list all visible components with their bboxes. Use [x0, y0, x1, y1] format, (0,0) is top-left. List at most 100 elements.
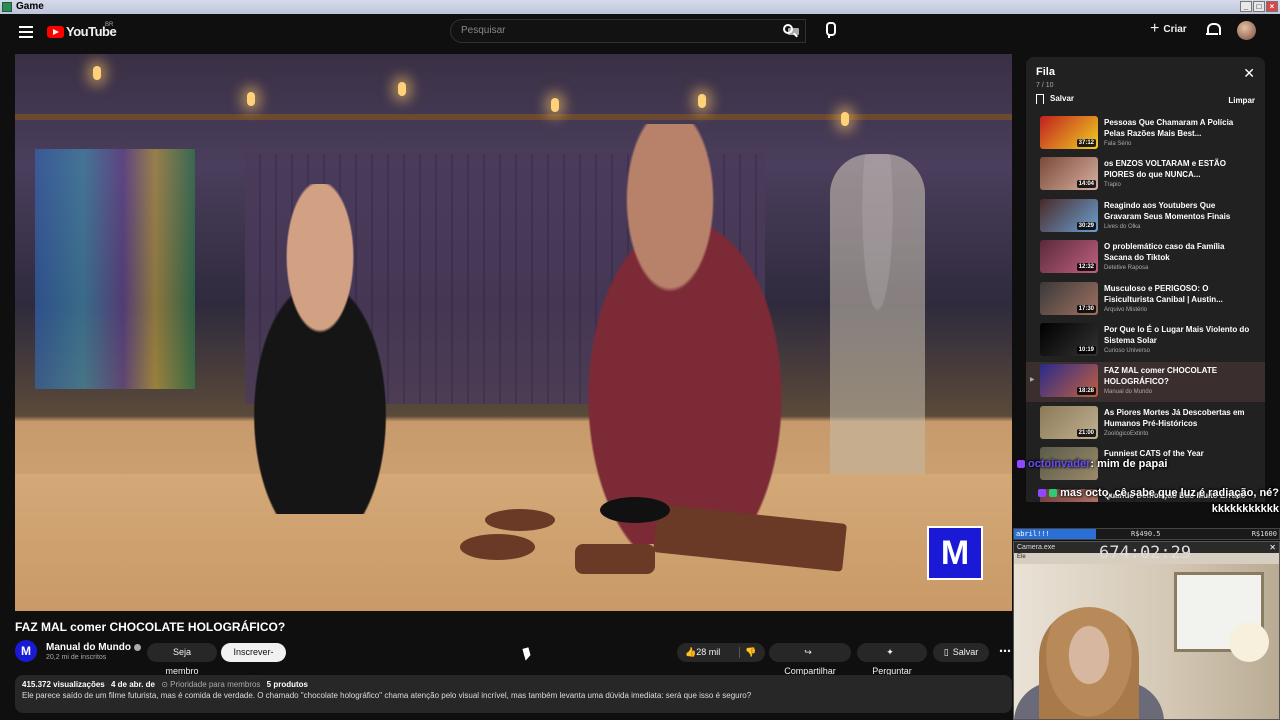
window-controls: _ □ × — [1240, 1, 1278, 12]
close-window-button[interactable]: × — [1266, 1, 1278, 12]
skeleton-model — [830, 154, 925, 524]
queue-item[interactable]: 17:30 Musculoso e PERIGOSO: O Fisiculturi… — [1026, 280, 1265, 320]
window-titlebar: Game _ □ × — [0, 0, 1280, 14]
queue-thumbnail[interactable]: 17:30 — [1040, 281, 1098, 315]
queue-item[interactable]: 12:32 O problemático caso da Família Saca… — [1026, 238, 1265, 278]
chat-message: octoinvader: mim de papai — [1017, 458, 1167, 470]
queue-item[interactable]: 10:19 Por Que Io É o Lugar Mais Violento … — [1026, 321, 1265, 361]
like-button[interactable]: 👍28 mil — [685, 643, 720, 662]
channel-name-text: Manual do Mundo — [46, 642, 131, 653]
queue-item[interactable]: 30:29 Reagindo aos Youtubers Que Gravaram… — [1026, 197, 1265, 237]
chocolate-piece — [575, 544, 655, 574]
video-player[interactable]: M — [15, 54, 1012, 611]
clear-queue-button[interactable]: Limpar — [1228, 96, 1255, 105]
sparkle-icon: ✦ — [886, 647, 894, 657]
like-count: 28 mil — [696, 647, 721, 657]
upload-date: 4 de abr. de — [110, 680, 155, 689]
close-queue-icon[interactable]: ✕ — [1243, 65, 1255, 82]
voice-search-mic-icon[interactable] — [820, 19, 840, 43]
light-bulb — [841, 112, 849, 126]
queue-video-title: Musculoso e PERIGOSO: O Fisiculturista C… — [1104, 283, 1223, 304]
chocolate-piece — [485, 509, 555, 531]
share-arrow-icon: ↪ — [804, 647, 812, 657]
hamburger-menu-icon[interactable] — [19, 26, 33, 38]
queue-position: 7 / 10 — [1036, 82, 1054, 89]
goal-target: R$1600 — [1251, 530, 1277, 538]
light-bulb — [551, 98, 559, 112]
queue-video-title: os ENZOS VOLTARAM e ESTÃO PIORES do que … — [1104, 159, 1226, 180]
create-button[interactable]: + Criar — [1150, 20, 1187, 37]
save-queue-label: Salvar — [1050, 94, 1075, 104]
description-box[interactable]: 415.372 visualizações 4 de abr. de ⊙ Pri… — [15, 675, 1012, 713]
logo-country-code: BR — [105, 22, 114, 28]
room-lamp — [1229, 622, 1269, 662]
channel-watermark[interactable]: M — [927, 526, 983, 580]
minimize-button[interactable]: _ — [1240, 1, 1252, 12]
youtube-logo[interactable]: YouTube BR — [47, 22, 117, 39]
queue-video-title: Reagindo aos Youtubers Que Gravaram Seus… — [1104, 200, 1231, 221]
user-avatar[interactable] — [1237, 21, 1256, 40]
chat-message: mas octo, cê sabe que luz é radiação, né… — [1019, 485, 1279, 517]
stream-timer: 674:02:29 — [1099, 543, 1192, 563]
subscribe-button[interactable]: Inscrever-se — [221, 643, 286, 676]
like-dislike-group: 👍28 mil 👎 — [677, 643, 765, 662]
maximize-button[interactable]: □ — [1253, 1, 1265, 12]
share-button[interactable]: ↪Compartilhar — [769, 643, 851, 676]
verified-icon — [134, 643, 141, 651]
queue-channel-name: Manual do Mundo — [1104, 389, 1153, 396]
dislike-button[interactable]: 👎 — [745, 643, 756, 662]
bookshelf — [35, 149, 195, 389]
notifications-bell-icon[interactable] — [1206, 23, 1221, 36]
channel-name[interactable]: Manual do Mundo — [46, 642, 141, 653]
description-text: Ele parece saído de um filme futurista, … — [22, 691, 752, 700]
queue-thumbnail[interactable]: 37:12 — [1040, 116, 1098, 149]
queue-thumbnail[interactable]: 30:29 — [1040, 198, 1098, 232]
now-playing-icon: ▶ — [1030, 377, 1035, 384]
queue-thumbnail[interactable]: 10:19 — [1040, 323, 1098, 356]
chat-text: mim de papai — [1097, 458, 1168, 470]
thumbs-up-icon: 👍 — [685, 647, 697, 657]
save-queue-button[interactable]: Salvar — [1036, 94, 1074, 104]
queue-duration: 18:28 — [1076, 387, 1096, 396]
thumbs-down-icon: 👎 — [745, 647, 757, 657]
queue-thumbnail[interactable]: 18:28 — [1040, 364, 1098, 398]
youtube-header: YouTube BR Pesquisar + Criar — [0, 14, 1280, 54]
donation-goal-bar: abril!!! R$490.5 R$1600 — [1013, 528, 1280, 540]
plus-icon: + — [1150, 20, 1160, 37]
join-button[interactable]: Seja membro — [147, 643, 217, 676]
search-input[interactable]: Pesquisar — [450, 19, 806, 43]
bookmark-icon: ▯ — [943, 647, 949, 657]
channel-avatar[interactable]: M — [15, 640, 37, 662]
queue-channel-name: Trapio — [1104, 182, 1121, 189]
stream-chat-overlay: octoinvader: mim de papai mas octo, cê s… — [1017, 456, 1279, 524]
queue-thumbnail[interactable]: 21:00 — [1040, 405, 1098, 439]
queue-item[interactable]: 14:04 os ENZOS VOLTARAM e ESTÃO PIORES do… — [1026, 155, 1265, 195]
queue-duration: 14:04 — [1076, 180, 1096, 189]
ask-button[interactable]: ✦Perguntar — [857, 643, 927, 676]
mold-disc — [600, 497, 670, 523]
search-button[interactable] — [772, 19, 806, 43]
queue-duration: 10:19 — [1076, 346, 1096, 354]
priority-text: Prioridade para membros — [170, 680, 261, 689]
queue-item[interactable]: 21:00 As Piores Mortes Já Descobertas em … — [1026, 404, 1265, 444]
queue-title: Fila — [1036, 66, 1055, 78]
webcam-overlay: Camera.exe ✕ Ele 674:02:29 — [1013, 541, 1280, 720]
video-title: FAZ MAL comer CHOCOLATE HOLOGRÁFICO? — [15, 620, 286, 634]
queue-item[interactable]: ▶ 18:28 FAZ MAL comer CHOCOLATE HOLOGRÁFIC… — [1026, 362, 1265, 403]
queue-thumbnail[interactable]: 14:04 — [1040, 157, 1098, 191]
chocolate-piece — [460, 534, 535, 560]
chat-badge-icon — [1038, 489, 1047, 498]
save-button[interactable]: ▯ Salvar — [933, 643, 989, 662]
queue-video-title: Pessoas Que Chamaram A Polícia Pelas Raz… — [1104, 118, 1234, 138]
bookmark-icon — [1036, 94, 1044, 104]
queue-thumbnail[interactable]: 12:32 — [1040, 240, 1098, 274]
queue-duration: 37:12 — [1076, 139, 1096, 147]
queue-duration: 12:32 — [1076, 263, 1096, 272]
queue-duration: 30:29 — [1076, 221, 1096, 230]
queue-channel-name: Arquivo Mistério — [1104, 306, 1148, 313]
chat-badge-icon — [1049, 489, 1058, 498]
close-icon[interactable]: ✕ — [1269, 542, 1276, 553]
more-actions-icon[interactable]: ⋯ — [999, 644, 1011, 658]
game-app-icon — [2, 2, 12, 12]
queue-item[interactable]: 37:12 Pessoas Que Chamaram A Polícia Pela… — [1026, 114, 1265, 154]
